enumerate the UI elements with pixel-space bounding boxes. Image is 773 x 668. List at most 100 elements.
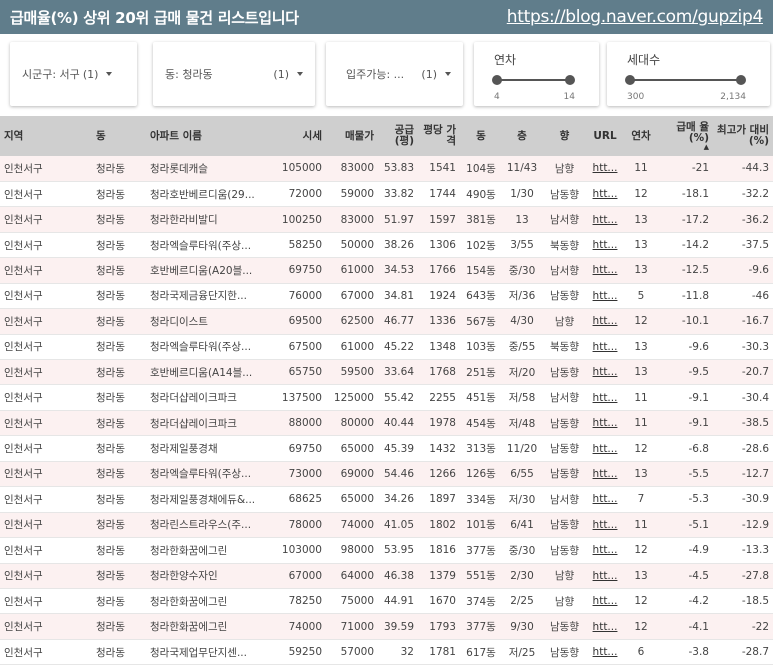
- col-header-floor[interactable]: 층: [502, 116, 542, 156]
- cell-direction: 남동향: [542, 181, 587, 208]
- table-row[interactable]: 인천서구 청라동 청라디이스트 69500 62500 46.77 1336 567동 4/30…: [0, 308, 773, 335]
- table-row[interactable]: 인천서구 청라동 청라한화꿈에그린 78250 75000 44.91 1670 374동 2/…: [0, 588, 773, 615]
- yeoncha-range-slider[interactable]: 연차 4 14: [474, 42, 599, 106]
- col-header-supply-area[interactable]: 공급 (평): [378, 116, 418, 156]
- table-row[interactable]: 인천서구 청라동 청라린스트라우스(주... 78000 74000 41.05 1802 1…: [0, 512, 773, 539]
- cell-apt-name: 청라한화꿈에그린: [146, 588, 276, 615]
- cell-vs-peak: -44.3: [713, 156, 773, 182]
- cell-apt-name: 청라더샵레이크파크: [146, 410, 276, 437]
- cell-region: 인천서구: [0, 410, 92, 437]
- cell-listing-price: 74000: [326, 512, 378, 539]
- table-row[interactable]: 인천서구 청라동 청라국제업무단지센... 59250 57000 32 1781 617동 저…: [0, 639, 773, 666]
- table-row[interactable]: 인천서구 청라동 청라더샵레이크파크 137500 125000 55.42 2255 451…: [0, 384, 773, 411]
- cell-floor: 저/48: [502, 410, 542, 437]
- cell-dong: 청라동: [92, 410, 146, 437]
- table-row[interactable]: 인천서구 청라동 청라한화꿈에그린 74000 71000 39.59 1793 377동 9/…: [0, 613, 773, 640]
- cell-url[interactable]: htt...: [587, 181, 623, 208]
- cell-url[interactable]: htt...: [587, 486, 623, 513]
- cell-market-price: 69500: [276, 308, 326, 335]
- col-header-dong[interactable]: 동: [92, 116, 146, 156]
- slider-max-handle[interactable]: [736, 75, 746, 85]
- cell-floor: 저/58: [502, 384, 542, 411]
- col-header-apt-name[interactable]: 아파트 이름: [146, 116, 276, 156]
- cell-url[interactable]: htt...: [587, 537, 623, 564]
- cell-url[interactable]: htt...: [587, 359, 623, 386]
- cell-url[interactable]: htt...: [587, 334, 623, 361]
- cell-listing-price: 69000: [326, 461, 378, 488]
- cell-discount-rate: -5.3: [659, 486, 713, 513]
- col-header-direction[interactable]: 향: [542, 116, 587, 156]
- cell-listing-price: 125000: [326, 384, 378, 411]
- cell-url[interactable]: htt...: [587, 410, 623, 437]
- table-row[interactable]: 인천서구 청라동 청라엑슬루타워(주상... 58250 50000 38.26 1306 1…: [0, 232, 773, 259]
- cell-building: 617동: [460, 639, 502, 666]
- cell-market-price: 100250: [276, 206, 326, 233]
- cell-url[interactable]: htt...: [587, 384, 623, 411]
- col-header-vs-peak[interactable]: 최고가 대비(%): [713, 116, 773, 156]
- blog-link[interactable]: https://blog.naver.com/gupzip4: [507, 7, 764, 27]
- cell-price-per-pyeong: 1816: [418, 537, 460, 564]
- cell-url[interactable]: htt...: [587, 588, 623, 615]
- cell-url[interactable]: htt...: [587, 308, 623, 335]
- cell-supply-area: 39.59: [378, 613, 418, 640]
- table-row[interactable]: 인천서구 청라동 청라엑슬루타워(주상... 67500 61000 45.22 1348 1…: [0, 334, 773, 361]
- cell-building: 377동: [460, 537, 502, 564]
- cell-supply-area: 32: [378, 639, 418, 666]
- ipju-filter-dropdown[interactable]: 입주가능: ... (1): [326, 42, 463, 106]
- table-row[interactable]: 인천서구 청라동 호반베르디움(A20블... 69750 61000 34.53 1766…: [0, 257, 773, 284]
- table-row[interactable]: 인천서구 청라동 청라한화꿈에그린 103000 98000 53.95 1816 377동 중…: [0, 537, 773, 564]
- cell-direction: 남동향: [542, 359, 587, 386]
- cell-url[interactable]: htt...: [587, 435, 623, 462]
- cell-dong: 청라동: [92, 334, 146, 361]
- cell-url[interactable]: htt...: [587, 283, 623, 310]
- table-row[interactable]: 인천서구 청라동 청라더샵레이크파크 88000 80000 40.44 1978 454동 저…: [0, 410, 773, 437]
- saedae-range-slider[interactable]: 세대수 300 2,134: [607, 42, 770, 106]
- cell-url[interactable]: htt...: [587, 156, 623, 182]
- cell-building: 551동: [460, 563, 502, 589]
- cell-url[interactable]: htt...: [587, 639, 623, 666]
- cell-url[interactable]: htt...: [587, 461, 623, 488]
- cell-supply-area: 44.91: [378, 588, 418, 615]
- slider-min-handle[interactable]: [492, 75, 502, 85]
- sigungu-filter-dropdown[interactable]: 시군구: 서구 (1): [10, 42, 137, 106]
- table-row[interactable]: 인천서구 청라동 청라국제금융단지한... 76000 67000 34.81 1924 64…: [0, 283, 773, 310]
- cell-floor: 저/20: [502, 359, 542, 386]
- cell-discount-rate: -21: [659, 156, 713, 182]
- table-row[interactable]: 인천서구 청라동 청라엑슬루타워(주상... 73000 69000 54.46 1266 1…: [0, 461, 773, 488]
- table-row[interactable]: 인천서구 청라동 호반베르디움(A14블... 65750 59500 33.64 1768…: [0, 359, 773, 386]
- col-header-url[interactable]: URL: [587, 116, 623, 156]
- col-header-region[interactable]: 지역: [0, 116, 92, 156]
- cell-listing-price: 50000: [326, 232, 378, 259]
- cell-url[interactable]: htt...: [587, 257, 623, 284]
- col-header-listing-price[interactable]: 매물가: [326, 116, 378, 156]
- slider-max-handle[interactable]: [565, 75, 575, 85]
- cell-price-per-pyeong: 1781: [418, 639, 460, 666]
- col-header-age[interactable]: 연차: [623, 116, 659, 156]
- cell-dong: 청라동: [92, 384, 146, 411]
- cell-url[interactable]: htt...: [587, 232, 623, 259]
- table-row[interactable]: 인천서구 청라동 청라제일풍경채 69750 65000 45.39 1432 313동 11/…: [0, 435, 773, 462]
- cell-apt-name: 청라디이스트: [146, 308, 276, 335]
- cell-url[interactable]: htt...: [587, 512, 623, 539]
- table-row[interactable]: 인천서구 청라동 청라제일풍경채에듀&... 68625 65000 34.26 1897 3…: [0, 486, 773, 513]
- cell-vs-peak: -13.3: [713, 537, 773, 564]
- cell-dong: 청라동: [92, 283, 146, 310]
- table-row[interactable]: 인천서구 청라동 청라롯데캐슬 105000 83000 53.83 1541 104동 11/…: [0, 156, 773, 182]
- col-header-building[interactable]: 동: [460, 116, 502, 156]
- cell-url[interactable]: htt...: [587, 206, 623, 233]
- table-row[interactable]: 인천서구 청라동 청라한양수자인 67000 64000 46.38 1379 551동 2/3…: [0, 563, 773, 589]
- cell-market-price: 76000: [276, 283, 326, 310]
- cell-url[interactable]: htt...: [587, 613, 623, 640]
- cell-url[interactable]: htt...: [587, 563, 623, 589]
- cell-vs-peak: -46: [713, 283, 773, 310]
- table-row[interactable]: 인천서구 청라동 청라호반베르디움(29... 72000 59000 33.82 1744…: [0, 181, 773, 208]
- col-header-price-per-pyeong[interactable]: 평당 가격: [418, 116, 460, 156]
- cell-age: 5: [623, 283, 659, 310]
- dong-filter-dropdown[interactable]: 동: 청라동 (1): [153, 42, 315, 106]
- cell-market-price: 67500: [276, 334, 326, 361]
- cell-floor: 11/20: [502, 435, 542, 462]
- col-header-market-price[interactable]: 시세: [276, 116, 326, 156]
- slider-min-handle[interactable]: [625, 75, 635, 85]
- table-row[interactable]: 인천서구 청라동 청라한라비발디 100250 83000 51.97 1597 381동 13…: [0, 206, 773, 233]
- col-header-discount-rate[interactable]: 급매 율(%) ▲: [659, 116, 713, 156]
